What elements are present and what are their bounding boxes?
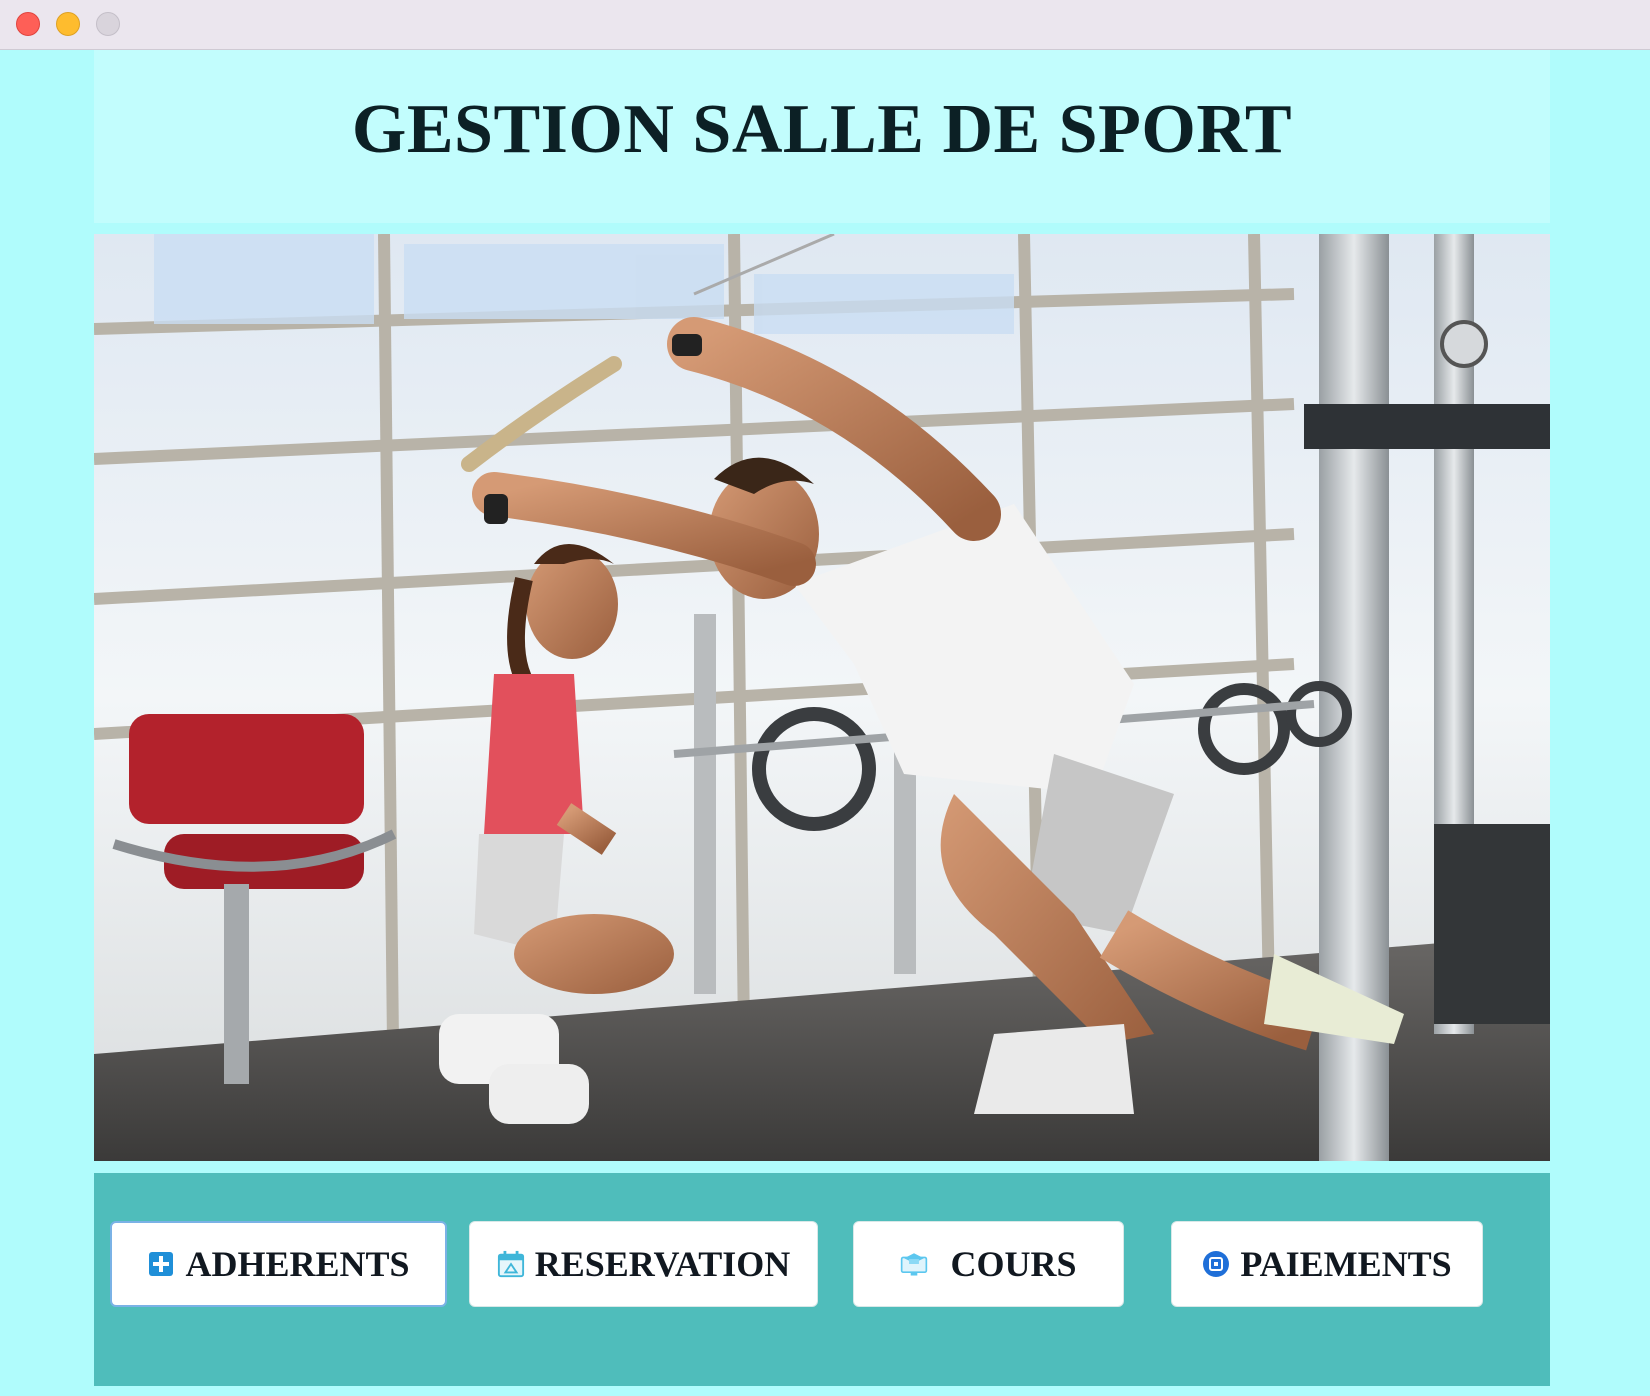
adherents-button[interactable]: ADHERENTS [110, 1221, 447, 1307]
header-panel: GESTION SALLE DE SPORT [94, 50, 1550, 223]
cours-label: COURS [950, 1244, 1077, 1284]
maximize-window-button[interactable] [96, 12, 120, 36]
calendar-icon [497, 1250, 525, 1278]
window-body: GESTION SALLE DE SPORT ADHERENTS RESERVA… [0, 50, 1650, 1396]
window-titlebar [0, 0, 1650, 50]
graduation-monitor-icon [900, 1250, 928, 1278]
hero-image [94, 234, 1550, 1161]
reservation-label: RESERVATION [534, 1244, 791, 1284]
minimize-window-button[interactable] [56, 12, 80, 36]
navigation-panel: ADHERENTS RESERVATION COURS PAIEMENTS [94, 1173, 1550, 1386]
page-title: GESTION SALLE DE SPORT [351, 91, 1293, 168]
reservation-button[interactable]: RESERVATION [469, 1221, 818, 1307]
paiements-label: PAIEMENTS [1240, 1244, 1452, 1284]
add-member-icon [147, 1250, 175, 1278]
cours-button[interactable]: COURS [853, 1221, 1124, 1307]
paiements-button[interactable]: PAIEMENTS [1171, 1221, 1483, 1307]
gym-photo [94, 234, 1550, 1161]
adherents-label: ADHERENTS [185, 1244, 410, 1284]
payment-icon [1202, 1250, 1230, 1278]
close-window-button[interactable] [16, 12, 40, 36]
